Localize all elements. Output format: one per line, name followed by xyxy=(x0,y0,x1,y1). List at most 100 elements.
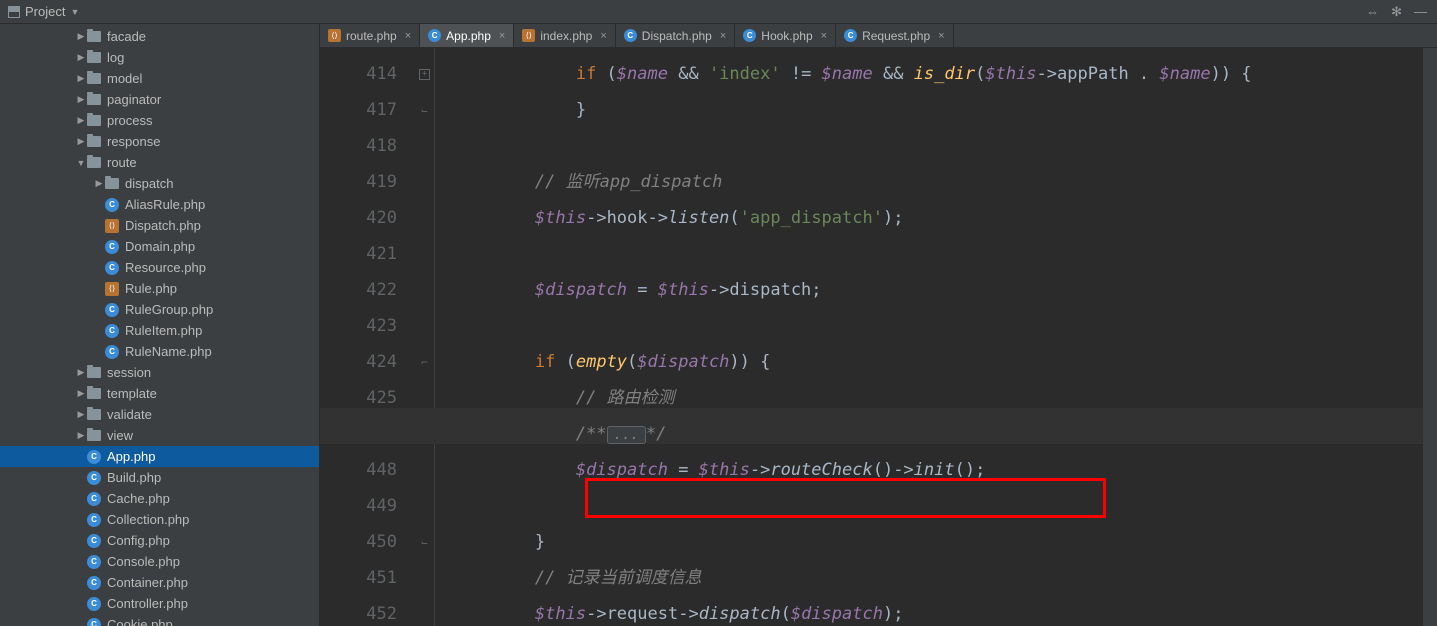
fold-expand-icon[interactable]: + xyxy=(415,56,434,92)
editor-tab-app-php[interactable]: CApp.php× xyxy=(420,24,514,47)
folder-icon xyxy=(87,73,101,84)
code-line[interactable]: if (empty($dispatch)) { xyxy=(453,344,1437,380)
scroll-from-source-icon[interactable]: ⇔ xyxy=(1366,4,1379,19)
chevron-right-icon[interactable]: ▶ xyxy=(75,388,87,399)
tree-item-route[interactable]: ▼route xyxy=(0,152,319,173)
tree-item-ruleitem-php[interactable]: CRuleItem.php xyxy=(0,320,319,341)
tree-item-label: Console.php xyxy=(107,554,180,569)
code-line[interactable]: if ($name && 'index' != $name && is_dir(… xyxy=(453,56,1437,92)
tree-item-cookie-php[interactable]: CCookie.php xyxy=(0,614,319,626)
tree-item-model[interactable]: ▶model xyxy=(0,68,319,89)
tree-item-app-php[interactable]: CApp.php xyxy=(0,446,319,467)
editor-tab-route-php[interactable]: ⟨⟩route.php× xyxy=(320,24,420,47)
tree-item-build-php[interactable]: CBuild.php xyxy=(0,467,319,488)
line-number: 418 xyxy=(320,128,415,164)
php-class-file-icon: C xyxy=(87,576,101,590)
code-line[interactable] xyxy=(453,236,1437,272)
close-icon[interactable]: × xyxy=(821,30,827,42)
close-icon[interactable]: × xyxy=(499,30,505,42)
tree-item-domain-php[interactable]: CDomain.php xyxy=(0,236,319,257)
editor-tab-request-php[interactable]: CRequest.php× xyxy=(836,24,954,47)
tree-item-validate[interactable]: ▶validate xyxy=(0,404,319,425)
minimize-icon[interactable]: — xyxy=(1414,4,1427,19)
tree-item-log[interactable]: ▶log xyxy=(0,47,319,68)
php-class-file-icon: C xyxy=(428,29,441,42)
tree-item-label: facade xyxy=(107,29,146,44)
chevron-right-icon[interactable]: ▶ xyxy=(75,367,87,378)
folder-icon xyxy=(87,136,101,147)
php-html-file-icon: ⟨⟩ xyxy=(105,282,119,296)
tree-item-process[interactable]: ▶ process xyxy=(0,110,319,131)
code-line[interactable]: $this->hook->listen('app_dispatch'); xyxy=(453,200,1437,236)
close-icon[interactable]: × xyxy=(720,30,726,42)
chevron-right-icon[interactable]: ▶ xyxy=(75,73,87,84)
code-line[interactable]: } xyxy=(453,524,1437,560)
close-icon[interactable]: × xyxy=(938,30,944,42)
fold-close-icon[interactable]: ⌙ xyxy=(415,524,434,560)
close-icon[interactable]: × xyxy=(600,30,606,42)
chevron-right-icon[interactable]: ▶ xyxy=(75,409,87,420)
tree-item-response[interactable]: ▶response xyxy=(0,131,319,152)
tree-item-session[interactable]: ▶session xyxy=(0,362,319,383)
tab-label: index.php xyxy=(540,29,592,43)
tree-item-cache-php[interactable]: CCache.php xyxy=(0,488,319,509)
tree-item-dispatch-php[interactable]: ⟨⟩Dispatch.php xyxy=(0,215,319,236)
folder-icon xyxy=(87,367,101,378)
project-tool-window-button[interactable]: Project ▼ xyxy=(0,0,87,23)
code-content[interactable]: if ($name && 'index' != $name && is_dir(… xyxy=(435,48,1437,626)
chevron-right-icon[interactable]: ▶ xyxy=(75,94,87,105)
tab-label: route.php xyxy=(346,29,397,43)
tree-item-container-php[interactable]: C Container.php xyxy=(0,572,319,593)
php-class-file-icon: C xyxy=(105,198,119,212)
tree-item-paginator[interactable]: ▶paginator xyxy=(0,89,319,110)
chevron-right-icon[interactable]: ▶ xyxy=(75,136,87,147)
code-line[interactable]: $dispatch = $this->dispatch; xyxy=(453,272,1437,308)
code-line[interactable]: $this->request->dispatch($dispatch); xyxy=(453,596,1437,626)
tree-item-config-php[interactable]: CConfig.php xyxy=(0,530,319,551)
tree-item-view[interactable]: ▶ view xyxy=(0,425,319,446)
code-editor[interactable]: 4144174184194204214224234244254264484494… xyxy=(320,48,1437,626)
tree-item-console-php[interactable]: CConsole.php xyxy=(0,551,319,572)
tree-item-resource-php[interactable]: CResource.php xyxy=(0,257,319,278)
code-line[interactable] xyxy=(453,308,1437,344)
chevron-right-icon[interactable]: ▶ xyxy=(75,31,87,42)
tree-item-controller-php[interactable]: CController.php xyxy=(0,593,319,614)
fold-spacer xyxy=(415,128,434,164)
tree-item-label: Build.php xyxy=(107,470,161,485)
tree-item-rulegroup-php[interactable]: CRuleGroup.php xyxy=(0,299,319,320)
code-line[interactable]: // 记录当前调度信息 xyxy=(453,560,1437,596)
editor-tab-hook-php[interactable]: CHook.php× xyxy=(735,24,836,47)
chevron-right-icon[interactable]: ▶ xyxy=(75,52,87,63)
gear-icon[interactable]: ✻ xyxy=(1391,4,1402,20)
tree-item-aliasrule-php[interactable]: CAliasRule.php xyxy=(0,194,319,215)
tree-item-facade[interactable]: ▶ facade xyxy=(0,26,319,47)
chevron-down-icon[interactable]: ▼ xyxy=(75,158,87,168)
code-line[interactable]: // 监听app_dispatch xyxy=(453,164,1437,200)
chevron-right-icon[interactable]: ▶ xyxy=(75,115,87,126)
fold-open-icon[interactable]: ⌐ xyxy=(415,344,434,380)
chevron-right-icon[interactable]: ▶ xyxy=(93,178,105,189)
line-number: 419 xyxy=(320,164,415,200)
tree-item-label: view xyxy=(107,428,133,443)
tree-item-label: Collection.php xyxy=(107,512,189,527)
tree-item-dispatch[interactable]: ▶dispatch xyxy=(0,173,319,194)
fold-gutter: +⌙⌐+⌙ xyxy=(415,48,435,626)
folder-icon xyxy=(87,31,101,42)
project-tree[interactable]: ▶facade▶log▶model▶paginator▶process▶resp… xyxy=(0,24,320,626)
code-line[interactable] xyxy=(453,128,1437,164)
editor-tab-dispatch-php[interactable]: CDispatch.php× xyxy=(616,24,735,47)
tree-item-template[interactable]: ▶template xyxy=(0,383,319,404)
tree-item-rule-php[interactable]: ⟨⟩Rule.php xyxy=(0,278,319,299)
fold-close-icon[interactable]: ⌙ xyxy=(415,92,434,128)
fold-spacer xyxy=(415,236,434,272)
tree-item-label: process xyxy=(107,113,153,128)
editor-tab-index-php[interactable]: ⟨⟩index.php× xyxy=(514,24,615,47)
tree-item-label: Container.php xyxy=(107,575,188,590)
code-line[interactable]: } xyxy=(453,92,1437,128)
close-icon[interactable]: × xyxy=(405,30,411,42)
tree-item-rulename-php[interactable]: CRuleName.php xyxy=(0,341,319,362)
folder-icon xyxy=(87,430,101,441)
vertical-scrollbar[interactable] xyxy=(1423,48,1437,626)
chevron-right-icon[interactable]: ▶ xyxy=(75,430,87,441)
tree-item-collection-php[interactable]: CCollection.php xyxy=(0,509,319,530)
